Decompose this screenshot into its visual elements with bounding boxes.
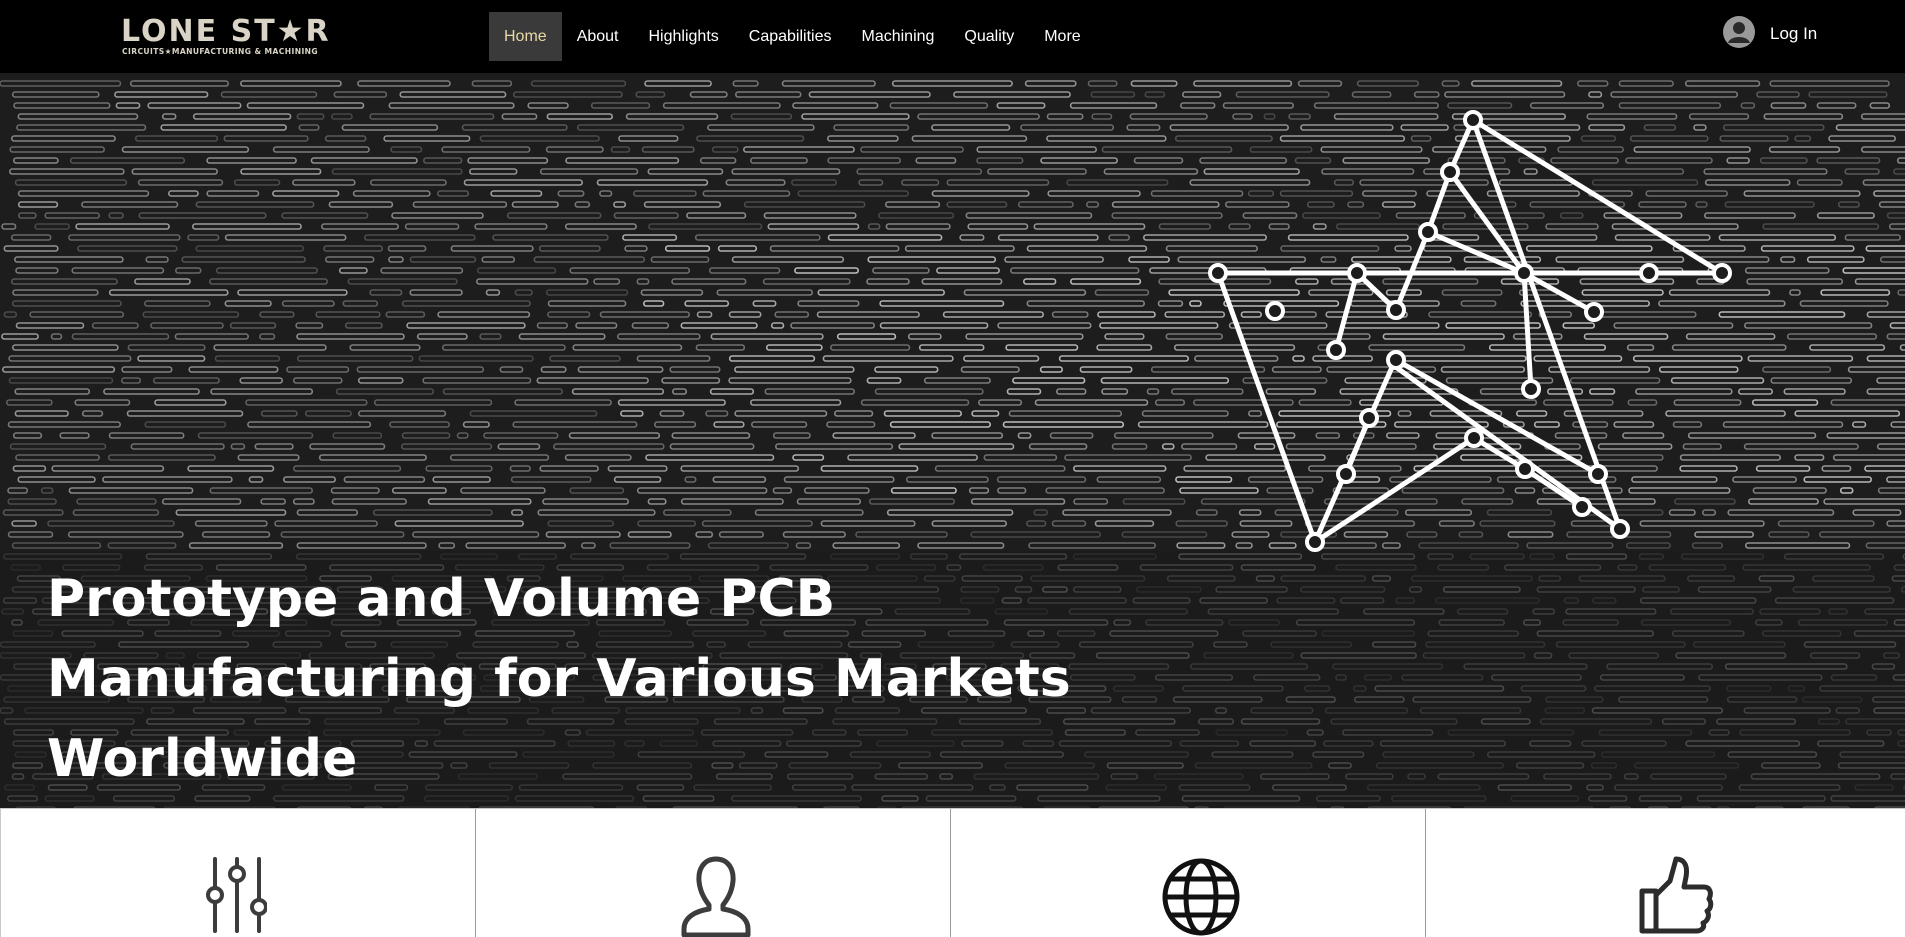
nav-item-home[interactable]: Home — [489, 12, 562, 61]
sliders-icon — [197, 851, 267, 937]
nav-item-about[interactable]: About — [562, 12, 634, 61]
hero-banner: Prototype and Volume PCB Manufacturing f… — [0, 73, 1905, 808]
logo-subtitle: CIRCUITS★MANUFACTURING & MACHINING — [122, 47, 318, 57]
nav-item-quality[interactable]: Quality — [949, 12, 1029, 61]
main-nav: Home About Highlights Capabilities Machi… — [489, 12, 1096, 61]
feature-card-user[interactable] — [475, 809, 950, 937]
feature-card-sliders[interactable] — [0, 809, 475, 937]
nav-item-highlights[interactable]: Highlights — [634, 12, 734, 61]
circuit-star-icon — [1200, 103, 1760, 583]
login-label: Log In — [1770, 24, 1817, 44]
feature-card-globe[interactable] — [950, 809, 1425, 937]
user-avatar-icon — [1722, 15, 1756, 54]
login-button[interactable]: Log In — [1722, 16, 1817, 52]
thumbs-up-icon — [1636, 851, 1716, 937]
nav-item-more[interactable]: More — [1029, 12, 1095, 61]
site-header: LONE ST★R CIRCUITS★MANUFACTURING & MACHI… — [0, 0, 1905, 73]
logo-title: LONE ST★R — [121, 16, 331, 48]
feature-strip — [0, 808, 1905, 937]
nav-item-capabilities[interactable]: Capabilities — [734, 12, 847, 61]
nav-item-machining[interactable]: Machining — [846, 12, 949, 61]
user-icon — [676, 851, 756, 937]
hero-title: Prototype and Volume PCB Manufacturing f… — [47, 559, 1147, 799]
site-logo[interactable]: LONE ST★R CIRCUITS★MANUFACTURING & MACHI… — [121, 16, 353, 58]
feature-card-thumbs-up[interactable] — [1425, 809, 1900, 937]
globe-icon — [1158, 851, 1244, 937]
